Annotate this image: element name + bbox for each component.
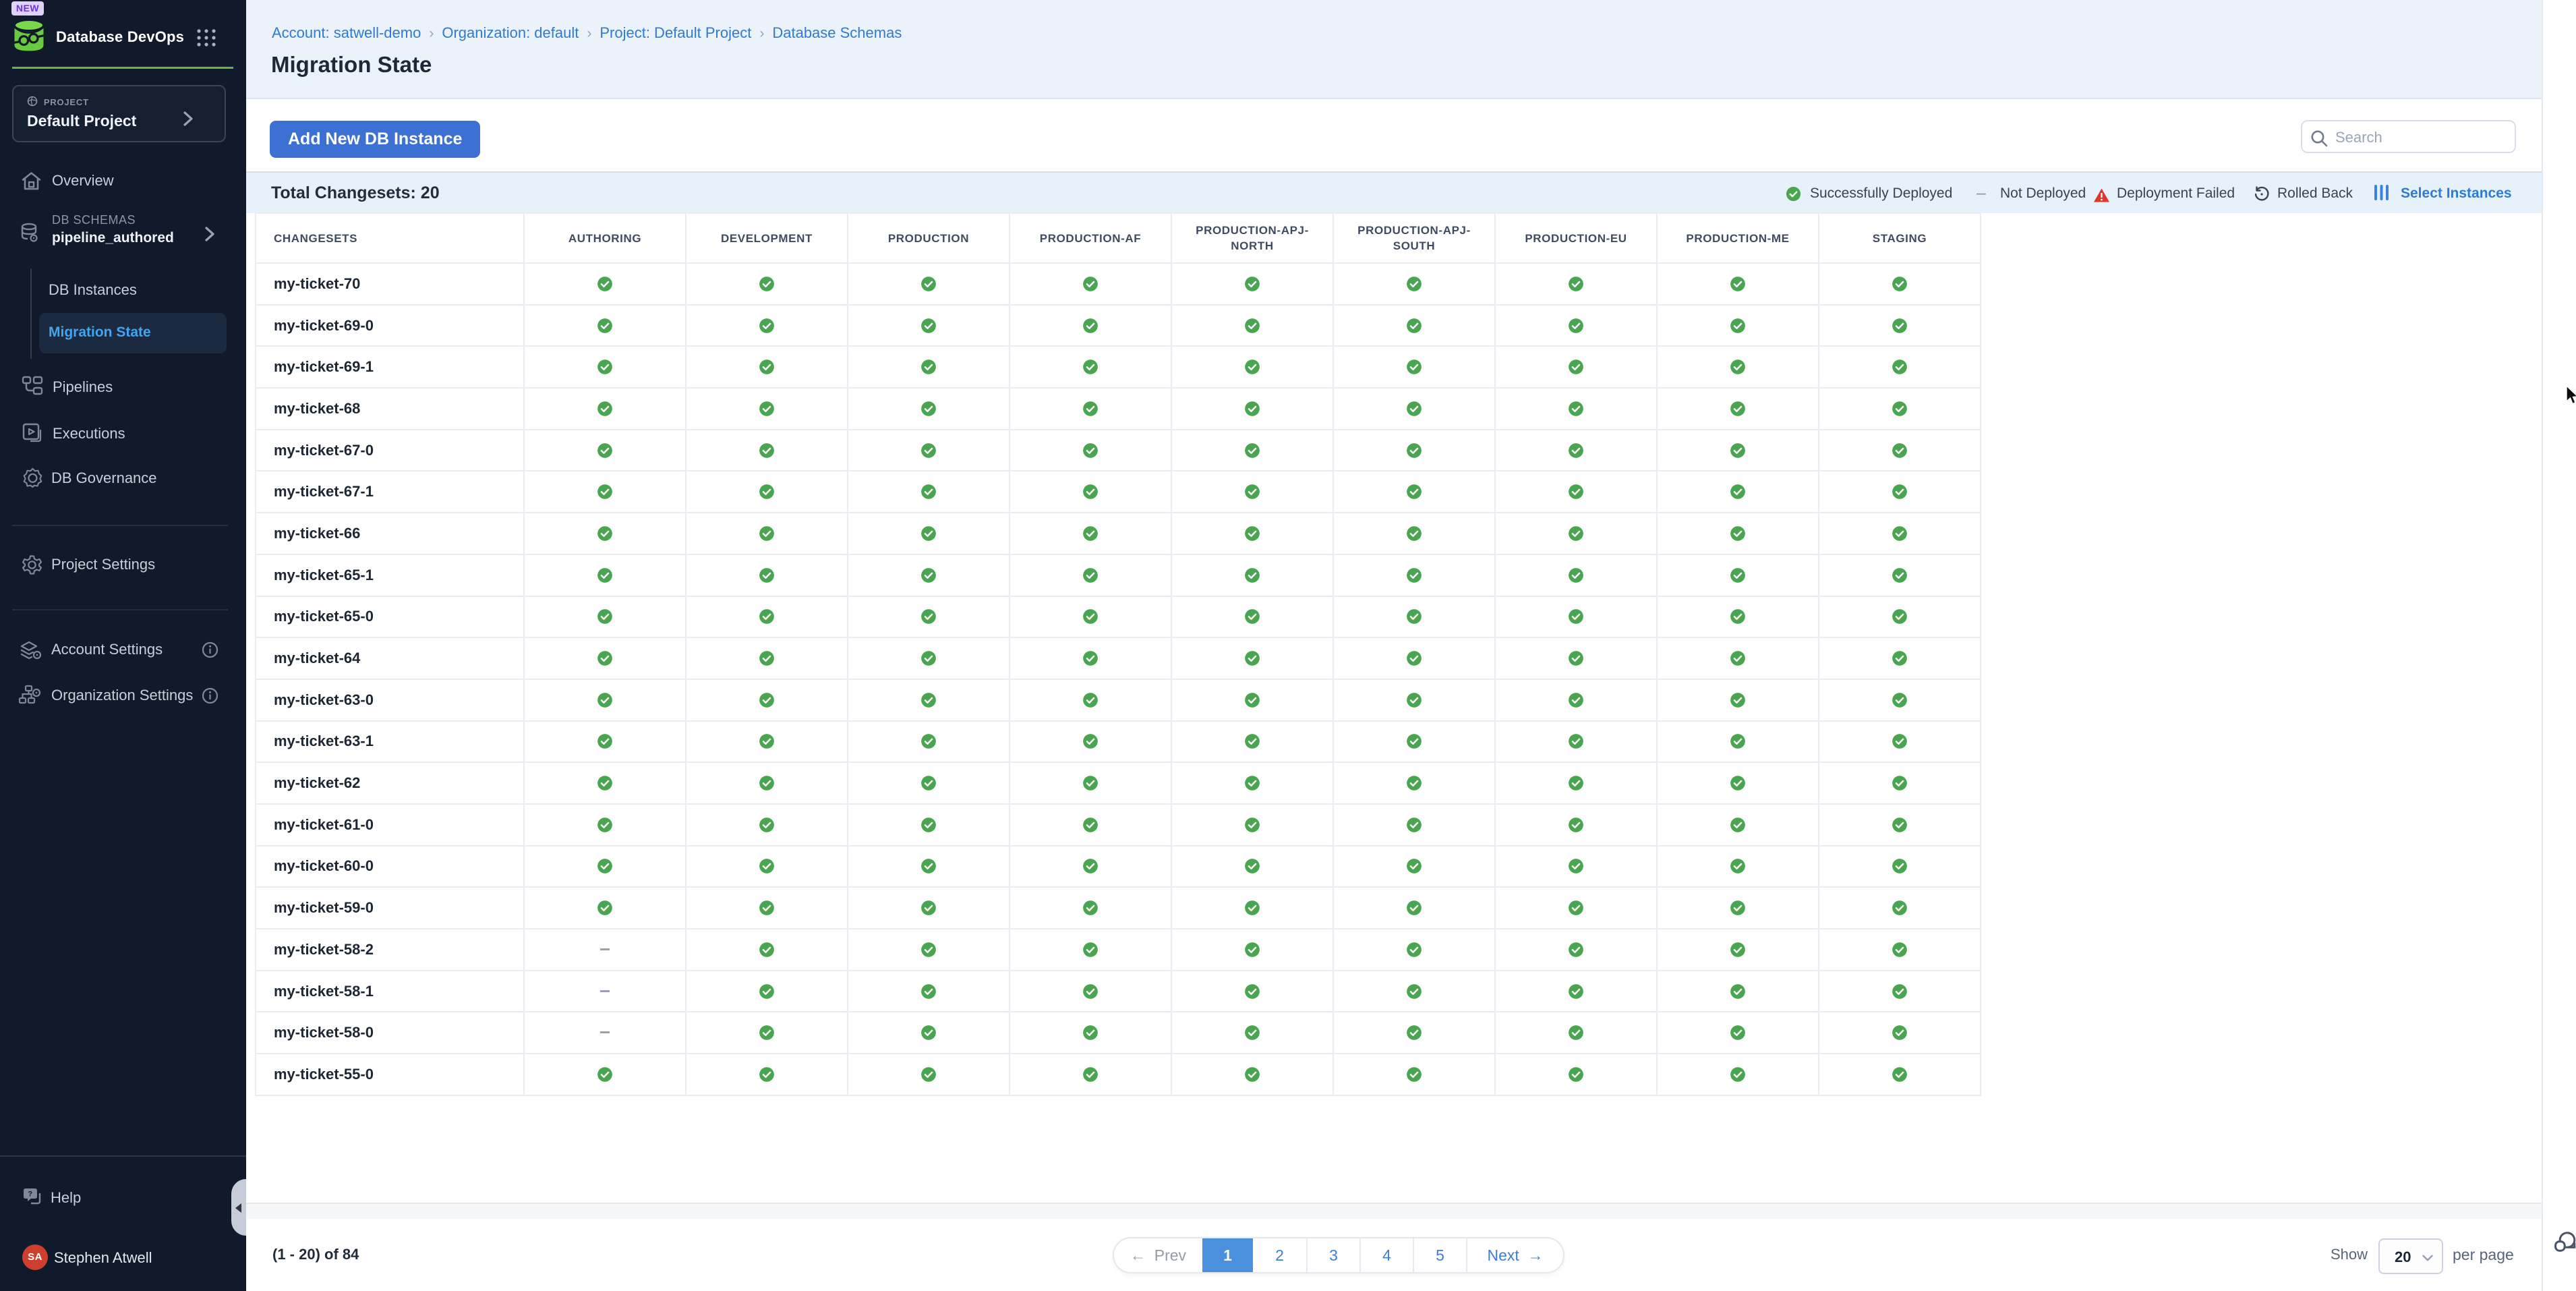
svg-text:?: ? (28, 1190, 32, 1199)
